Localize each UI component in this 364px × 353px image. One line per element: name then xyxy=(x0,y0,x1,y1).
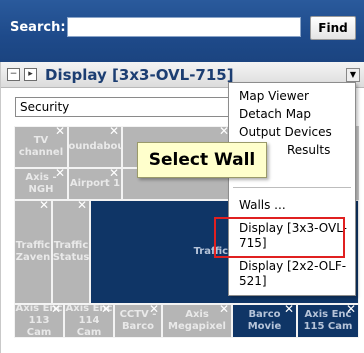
tile-label: Traffic Status xyxy=(52,240,90,263)
search-bar: Search: Find xyxy=(0,0,364,62)
wall-tile[interactable]: Traffic Zaven ✕ xyxy=(14,200,52,304)
menu-item-walls[interactable]: Walls ... xyxy=(239,198,286,212)
wall-tile[interactable]: Axis Enc 113 Cam ✕ xyxy=(14,304,64,338)
highlight-box xyxy=(214,217,345,258)
close-icon[interactable]: ✕ xyxy=(109,127,119,137)
wall-tile[interactable]: CCTV - Barco ✕ xyxy=(114,304,162,338)
menu-item-output-devices[interactable]: Output Devices xyxy=(239,125,332,139)
search-input[interactable] xyxy=(67,17,301,37)
close-icon[interactable]: ✕ xyxy=(51,305,61,315)
security-select[interactable]: Security xyxy=(15,97,235,117)
chevron-down-icon[interactable]: ▼ xyxy=(346,68,360,82)
search-label: Search: xyxy=(10,20,66,35)
close-icon[interactable]: ✕ xyxy=(55,169,65,179)
menu-item-results[interactable]: Results xyxy=(287,143,330,157)
wall-tile[interactable]: Axis Enc 114 Cam ✕ xyxy=(64,304,114,338)
close-icon[interactable]: ✕ xyxy=(101,305,111,315)
close-icon[interactable]: ✕ xyxy=(219,305,229,315)
wall-tile[interactable]: Axis Megapixel ✕ xyxy=(162,304,232,338)
wall-tile[interactable]: Airport 1 ✕ xyxy=(68,168,122,200)
wall-tile[interactable]: Traffic Status ✕ xyxy=(52,200,90,304)
menu-item-map-viewer[interactable]: Map Viewer xyxy=(239,89,309,103)
menu-item-detach-map[interactable]: Detach Map xyxy=(239,107,311,121)
tile-label: Traffic Zaven xyxy=(15,240,51,263)
play-icon[interactable]: ▸ xyxy=(24,68,37,81)
wall-tile-selected[interactable]: Axis Enc 115 Cam ✕ xyxy=(297,304,359,338)
close-icon[interactable]: ✕ xyxy=(149,305,159,315)
tile-label: Roundabout xyxy=(68,141,121,152)
context-menu: Map Viewer Detach Map Output Devices Res… xyxy=(228,82,356,296)
wall-tile-selected[interactable]: Barco Movie ✕ xyxy=(232,304,297,338)
close-icon[interactable]: ✕ xyxy=(346,305,356,315)
wall-tile[interactable]: Axis - NGH ✕ xyxy=(14,168,68,200)
close-icon[interactable]: ✕ xyxy=(55,127,65,137)
tile-label: TV channel xyxy=(18,135,64,158)
minus-icon[interactable]: − xyxy=(7,68,20,81)
find-button[interactable]: Find xyxy=(310,16,356,40)
wall-tile[interactable]: Roundabout ✕ xyxy=(68,126,122,168)
close-icon[interactable]: ✕ xyxy=(109,169,119,179)
panel-title: Display [3x3-OVL-715] xyxy=(45,66,234,84)
close-icon[interactable]: ✕ xyxy=(284,305,294,315)
close-icon[interactable]: ✕ xyxy=(77,201,87,211)
menu-divider xyxy=(233,187,351,188)
menu-item-display-2x2[interactable]: Display [2x2-OLF-521] xyxy=(239,259,347,289)
close-icon[interactable]: ✕ xyxy=(39,201,49,211)
wall-tile[interactable]: TV channel ✕ xyxy=(14,126,68,168)
select-wall-tooltip: Select Wall xyxy=(137,142,267,178)
